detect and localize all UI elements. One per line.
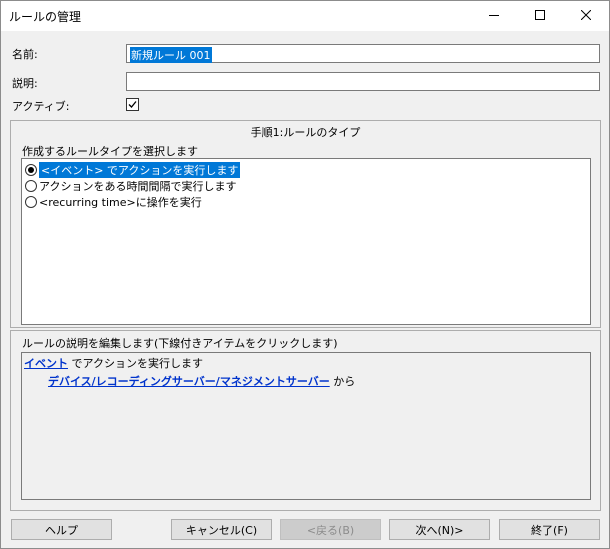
- maximize-icon: [535, 9, 545, 23]
- help-button[interactable]: ヘルプ: [11, 519, 112, 540]
- maximize-button[interactable]: [517, 1, 563, 31]
- minimize-icon: [489, 10, 499, 23]
- rule-type-option-event[interactable]: <イベント> でアクションを実行します: [25, 161, 241, 178]
- close-button[interactable]: [563, 1, 609, 31]
- source-link[interactable]: デバイス/レコーディングサーバー/マネジメントサーバー: [48, 375, 330, 388]
- rule-description-group: ルールの説明を編集します(下線付きアイテムをクリックします) イベント でアクシ…: [10, 330, 601, 511]
- rule-manager-window: ルールの管理 名前: 新規ルール 001 説明: アクティブ: 手順1:ルールの…: [0, 0, 610, 549]
- rule-type-list: <イベント> でアクションを実行します アクションをある時間間隔で実行します <…: [21, 158, 591, 325]
- event-link[interactable]: イベント: [24, 357, 68, 370]
- radio-selected-icon: [25, 163, 37, 176]
- rule-type-option-label: <recurring time>に操作を実行: [39, 195, 202, 209]
- rule-description-box: イベント でアクションを実行します デバイス/レコーディングサーバー/マネジメン…: [21, 352, 591, 500]
- radio-icon: [25, 195, 37, 208]
- description-label: 説明:: [12, 77, 38, 90]
- radio-icon: [25, 179, 37, 192]
- back-button[interactable]: <戻る(B): [280, 519, 381, 540]
- rule-type-option-recurring[interactable]: <recurring time>に操作を実行: [25, 194, 202, 209]
- name-input[interactable]: 新規ルール 001: [126, 44, 600, 63]
- name-input-value: 新規ルール 001: [130, 47, 212, 63]
- window-title: ルールの管理: [9, 10, 82, 24]
- step-group: 手順1:ルールのタイプ 作成するルールタイプを選択します <イベント> でアクシ…: [10, 120, 601, 328]
- rule-type-option-label: <イベント> でアクションを実行します: [39, 161, 241, 178]
- step-prompt: 作成するルールタイプを選択します: [22, 145, 198, 158]
- name-label: 名前:: [12, 48, 38, 61]
- active-checkbox[interactable]: [126, 98, 139, 111]
- title-bar: ルールの管理: [1, 1, 609, 31]
- rule-type-option-interval[interactable]: アクションをある時間間隔で実行します: [25, 178, 236, 193]
- checkmark-icon: [128, 101, 137, 108]
- close-icon: [580, 9, 592, 23]
- rule-description-line-2: デバイス/レコーディングサーバー/マネジメントサーバー から: [48, 373, 355, 389]
- rule-type-option-label: アクションをある時間間隔で実行します: [39, 179, 237, 193]
- rule-description-line-1: イベント でアクションを実行します: [24, 355, 203, 371]
- minimize-button[interactable]: [471, 1, 517, 31]
- active-label: アクティブ:: [12, 100, 70, 113]
- finish-button[interactable]: 終了(F): [499, 519, 600, 540]
- step-title: 手順1:ルールのタイプ: [250, 126, 361, 139]
- rule-description-text: でアクションを実行します: [68, 357, 203, 370]
- next-button[interactable]: 次へ(N)>: [389, 519, 490, 540]
- rule-description-text: から: [329, 375, 356, 388]
- rule-description-caption: ルールの説明を編集します(下線付きアイテムをクリックします): [22, 337, 338, 350]
- cancel-button[interactable]: キャンセル(C): [171, 519, 272, 540]
- description-input[interactable]: [126, 72, 600, 91]
